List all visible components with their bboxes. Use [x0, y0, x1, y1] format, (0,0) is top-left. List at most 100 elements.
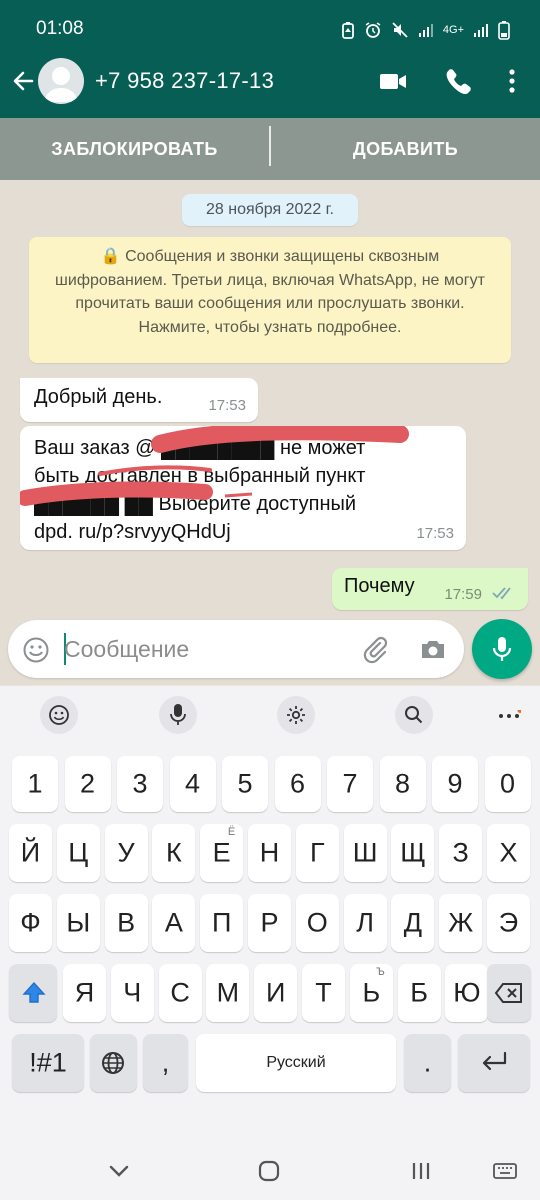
key-label: Ц	[68, 837, 89, 868]
enter-key[interactable]	[458, 1034, 530, 1092]
key-А[interactable]: А	[152, 894, 196, 952]
key-Ж[interactable]: Ж	[439, 894, 483, 952]
key-0[interactable]: 0	[484, 756, 531, 812]
message-text: Ваш заказ @ ████████ не может быть доста…	[34, 434, 454, 546]
key-Щ[interactable]: Щ	[391, 824, 435, 882]
emoji-icon[interactable]	[22, 636, 50, 664]
globe-icon	[102, 1052, 124, 1074]
key-label: В	[117, 907, 136, 938]
avatar[interactable]	[38, 58, 84, 104]
symbols-key[interactable]: !#1	[12, 1034, 84, 1092]
voice-input-button[interactable]	[159, 696, 197, 734]
key-П[interactable]: П	[200, 894, 244, 952]
back-arrow-icon[interactable]	[10, 68, 36, 94]
emoji-panel-button[interactable]	[40, 696, 78, 734]
key-М[interactable]: М	[206, 964, 250, 1022]
encryption-notice[interactable]: 🔒 Сообщения и звонки защищены сквозным ш…	[29, 237, 511, 363]
more-horizontal-icon	[499, 710, 521, 718]
key-label: О	[306, 907, 328, 938]
block-button[interactable]: ЗАБЛОКИРОВАТЬ	[0, 118, 269, 180]
key-Ю[interactable]: Ю	[445, 964, 489, 1022]
key-1[interactable]: 1	[12, 756, 58, 812]
add-contact-button[interactable]: ДОБАВИТЬ	[271, 118, 540, 180]
key-label: Щ	[400, 837, 426, 868]
key-О[interactable]: О	[295, 894, 339, 952]
voice-message-button[interactable]	[472, 619, 532, 679]
key-Г[interactable]: Г	[295, 824, 339, 882]
key-7[interactable]: 7	[327, 756, 373, 812]
system-navigation-bar	[0, 1142, 540, 1200]
voice-call-icon[interactable]	[442, 66, 472, 96]
key-Ь[interactable]: ЬЪ	[349, 964, 393, 1022]
key-label: З	[452, 837, 469, 868]
key-И[interactable]: И	[254, 964, 298, 1022]
key-9[interactable]: 9	[432, 756, 478, 812]
message-incoming[interactable]: Добрый день. 17:53	[20, 378, 258, 422]
key-label: У	[117, 837, 135, 868]
key-У[interactable]: У	[104, 824, 148, 882]
battery-saver-icon	[341, 22, 354, 39]
message-incoming[interactable]: Ваш заказ @ ████████ не может быть доста…	[20, 426, 466, 550]
keyboard-switch-icon[interactable]	[492, 1158, 518, 1184]
key-label: .	[423, 1047, 432, 1078]
status-icons: 4G+	[341, 20, 510, 40]
key-Х[interactable]: Х	[487, 824, 530, 882]
key-label: И	[265, 977, 286, 1008]
key-З[interactable]: З	[439, 824, 483, 882]
video-call-icon[interactable]	[378, 66, 408, 96]
key-label: Ш	[352, 837, 378, 868]
key-label: 2	[79, 768, 96, 799]
key-label: 4	[184, 768, 201, 799]
key-2[interactable]: 2	[64, 756, 111, 812]
message-input[interactable]	[64, 632, 344, 666]
recent-apps-icon[interactable]	[408, 1158, 434, 1184]
keyboard-settings-button[interactable]	[277, 696, 315, 734]
period-key[interactable]: .	[404, 1034, 451, 1092]
key-Ы[interactable]: Ы	[56, 894, 100, 952]
key-label: 9	[447, 768, 463, 799]
comma-key[interactable]: ,	[143, 1034, 188, 1092]
backspace-key[interactable]	[487, 964, 531, 1022]
key-Я[interactable]: Я	[63, 964, 106, 1022]
key-4[interactable]: 4	[169, 756, 216, 812]
more-options-icon[interactable]	[497, 66, 527, 96]
alarm-icon	[365, 22, 381, 38]
key-Л[interactable]: Л	[343, 894, 387, 952]
unknown-contact-bar: ЗАБЛОКИРОВАТЬ ДОБАВИТЬ	[0, 118, 540, 180]
key-Н[interactable]: Н	[248, 824, 291, 882]
key-label: Х	[499, 837, 518, 868]
attach-icon[interactable]	[360, 634, 390, 664]
key-Ч[interactable]: Ч	[110, 964, 154, 1022]
shift-key[interactable]	[9, 964, 57, 1022]
message-outgoing[interactable]: Почему 17:59	[332, 568, 528, 610]
key-С[interactable]: С	[158, 964, 202, 1022]
key-Д[interactable]: Д	[391, 894, 435, 952]
camera-icon[interactable]	[418, 634, 448, 664]
hide-keyboard-icon[interactable]	[106, 1158, 132, 1184]
key-label: Й	[20, 837, 41, 868]
keyboard-more-button[interactable]	[489, 696, 527, 734]
key-Ц[interactable]: Ц	[56, 824, 100, 882]
key-Е[interactable]: ЕЁ	[200, 824, 244, 882]
backspace-icon	[494, 983, 522, 1003]
key-Б[interactable]: Б	[397, 964, 441, 1022]
key-5[interactable]: 5	[222, 756, 268, 812]
key-Ф[interactable]: Ф	[9, 894, 52, 952]
key-8[interactable]: 8	[379, 756, 426, 812]
home-icon[interactable]	[256, 1158, 282, 1184]
key-6[interactable]: 6	[274, 756, 321, 812]
key-В[interactable]: В	[104, 894, 148, 952]
key-К[interactable]: К	[152, 824, 196, 882]
key-Р[interactable]: Р	[248, 894, 291, 952]
search-icon	[405, 706, 423, 724]
key-Э[interactable]: Э	[487, 894, 530, 952]
key-3[interactable]: 3	[117, 756, 163, 812]
contact-name[interactable]: +7 958 237-17-13	[95, 68, 274, 94]
key-Т[interactable]: Т	[302, 964, 345, 1022]
message-composer[interactable]	[8, 620, 464, 678]
space-key[interactable]: Русский	[196, 1034, 396, 1092]
key-Ш[interactable]: Ш	[343, 824, 387, 882]
language-key[interactable]	[90, 1034, 137, 1092]
key-Й[interactable]: Й	[9, 824, 52, 882]
keyboard-search-button[interactable]	[395, 696, 433, 734]
